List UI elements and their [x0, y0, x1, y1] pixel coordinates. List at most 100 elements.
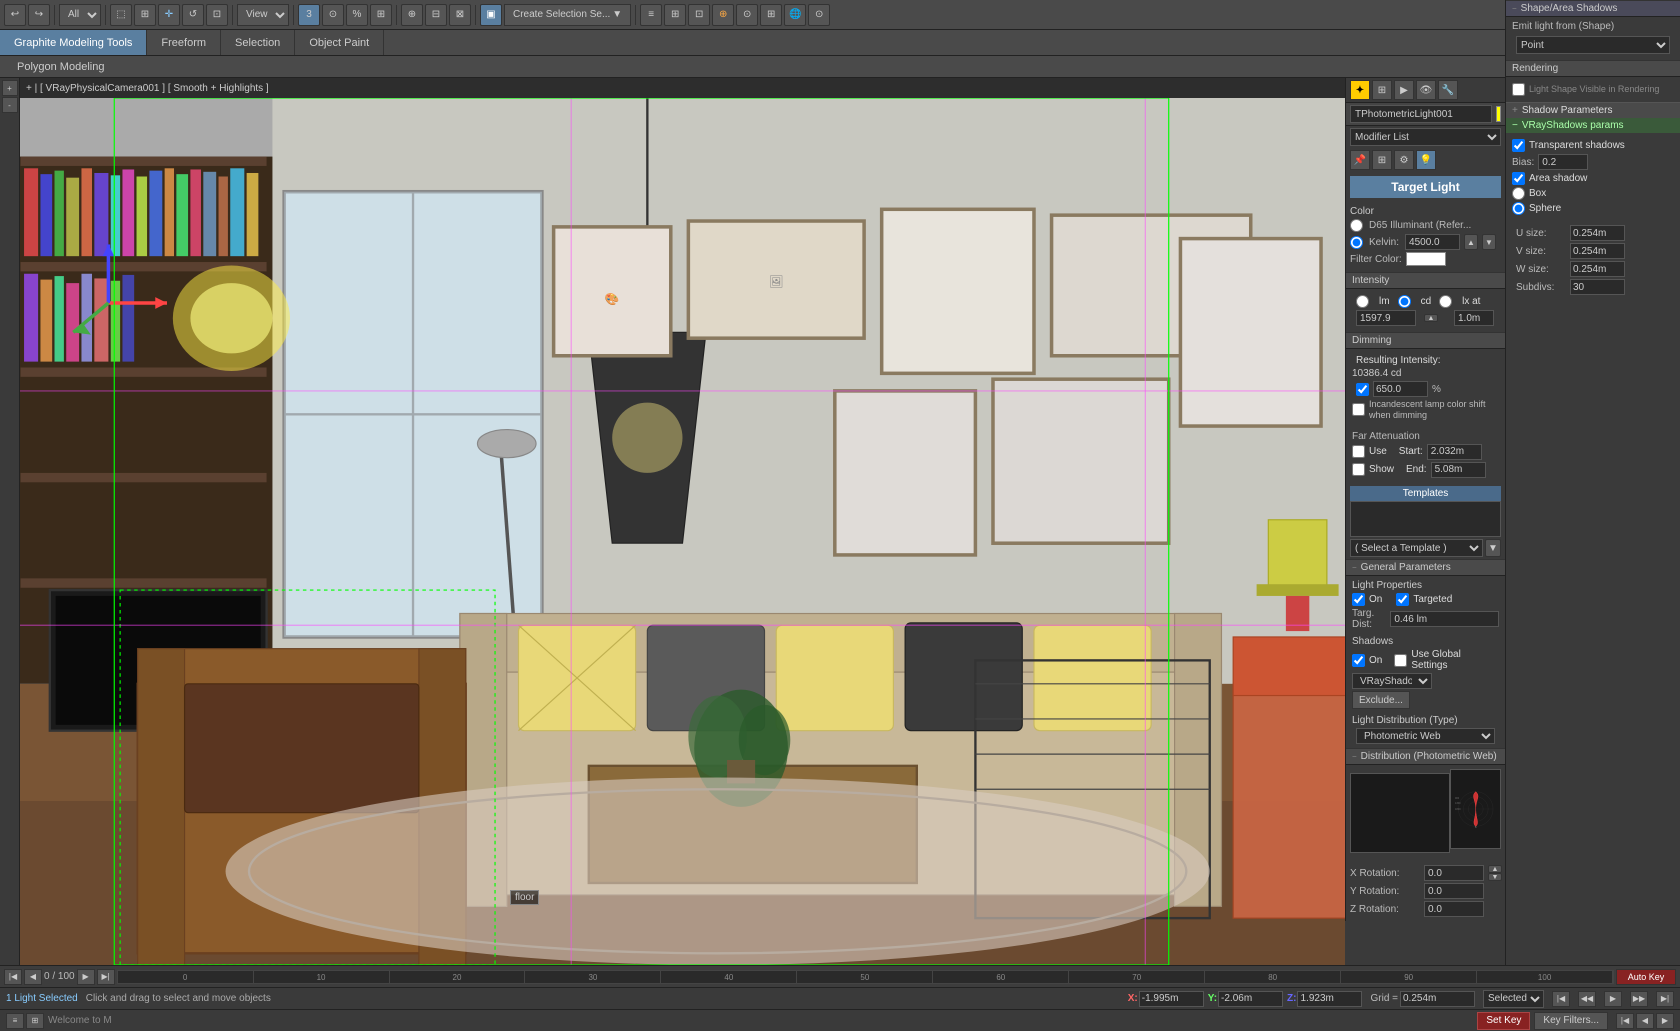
- on-checkbox[interactable]: [1352, 593, 1365, 606]
- timeline-track[interactable]: 0 10 20 30 40 50 60 70 80 90 100: [117, 970, 1614, 984]
- lx-radio[interactable]: [1439, 295, 1452, 308]
- activeshade-btn[interactable]: ⊙: [736, 4, 758, 26]
- z-rot-input[interactable]: [1424, 901, 1484, 917]
- shadow-type-dropdown[interactable]: VRayShadow: [1352, 673, 1432, 689]
- scale-btn[interactable]: ⊡: [206, 4, 228, 26]
- timeline-start-btn[interactable]: |◀: [4, 969, 22, 985]
- motion-icon-btn[interactable]: ▶: [1394, 80, 1414, 100]
- left-icon-2[interactable]: -: [2, 97, 18, 113]
- shadows-on-checkbox[interactable]: [1352, 654, 1365, 667]
- named-sel-btn[interactable]: ▣: [480, 4, 502, 26]
- angle-snap-btn[interactable]: ⊙: [322, 4, 344, 26]
- select-region-btn[interactable]: ⊞: [134, 4, 156, 26]
- play-btn[interactable]: ▶: [1604, 991, 1622, 1007]
- dimming-percent-input[interactable]: [1373, 381, 1428, 397]
- templates-dropdown[interactable]: ( Select a Template ): [1350, 539, 1483, 557]
- tab-selection[interactable]: Selection: [221, 30, 295, 55]
- sub-tab-polygon-modeling[interactable]: Polygon Modeling: [4, 56, 117, 77]
- align-btn[interactable]: ⊠: [449, 4, 471, 26]
- atten-show-checkbox[interactable]: [1352, 463, 1365, 476]
- z-coord-input[interactable]: [1297, 991, 1362, 1007]
- effects-btn[interactable]: ⊙: [808, 4, 830, 26]
- tab-freeform[interactable]: Freeform: [147, 30, 221, 55]
- light-name-input[interactable]: [1350, 105, 1492, 123]
- incandescent-checkbox[interactable]: [1352, 403, 1365, 416]
- mirror-btn[interactable]: ⊟: [425, 4, 447, 26]
- bottom-right-icon-3[interactable]: ▶: [1656, 1013, 1674, 1029]
- shape-area-header[interactable]: − Shape/Area Shadows: [1506, 0, 1680, 17]
- selection-filter-dropdown[interactable]: All: [59, 4, 101, 26]
- light-color-swatch[interactable]: [1496, 106, 1501, 122]
- environment-btn[interactable]: 🌐: [784, 4, 806, 26]
- render-frame-btn[interactable]: ⊞: [760, 4, 782, 26]
- atten-use-checkbox[interactable]: [1352, 445, 1365, 458]
- bottom-right-icon-2[interactable]: ◀: [1636, 1013, 1654, 1029]
- pivot-btn[interactable]: ⊕: [401, 4, 423, 26]
- utils-icon-btn[interactable]: 🔧: [1438, 80, 1458, 100]
- y-coord-input[interactable]: [1218, 991, 1283, 1007]
- x-rot-down[interactable]: ▼: [1488, 873, 1502, 881]
- lights-modifier-btn[interactable]: 💡: [1416, 150, 1436, 170]
- hierarchy-icon-btn[interactable]: ⊞: [1372, 80, 1392, 100]
- play-prev-btn[interactable]: |◀: [1552, 991, 1570, 1007]
- spinner-snap-btn[interactable]: ⊞: [370, 4, 392, 26]
- view-dropdown[interactable]: View: [237, 4, 289, 26]
- intensity-second-input[interactable]: [1454, 310, 1494, 326]
- v-size-input[interactable]: [1570, 243, 1625, 259]
- light-dist-dropdown[interactable]: Photometric Web: [1356, 728, 1495, 744]
- redo-btn[interactable]: ↪: [28, 4, 50, 26]
- y-rot-input[interactable]: [1424, 883, 1484, 899]
- intensity-value-input[interactable]: [1356, 310, 1416, 326]
- kelvin-radio[interactable]: [1350, 236, 1363, 249]
- light-shape-checkbox[interactable]: [1512, 83, 1525, 96]
- layer-btn[interactable]: ≡: [640, 4, 662, 26]
- box-radio[interactable]: [1512, 187, 1525, 200]
- move-btn[interactable]: ✛: [158, 4, 180, 26]
- rendering-header[interactable]: Rendering: [1506, 60, 1680, 77]
- atten-end-input[interactable]: [1431, 462, 1486, 478]
- play-prev2-btn[interactable]: ◀◀: [1578, 991, 1596, 1007]
- autokey-btn[interactable]: Auto Key: [1616, 969, 1676, 985]
- selected-dropdown[interactable]: Selected: [1483, 990, 1544, 1008]
- x-coord-input[interactable]: [1139, 991, 1204, 1007]
- emit-dropdown[interactable]: Point: [1516, 36, 1670, 54]
- atten-start-input[interactable]: [1427, 444, 1482, 460]
- render-btn[interactable]: ⊕: [712, 4, 734, 26]
- exclude-btn[interactable]: Exclude...: [1352, 691, 1410, 709]
- dist-photometric-header[interactable]: − Distribution (Photometric Web): [1346, 748, 1505, 765]
- percent-snap-btn[interactable]: %: [346, 4, 368, 26]
- intensity-up-btn[interactable]: ▲: [1424, 314, 1438, 322]
- bias-input[interactable]: [1538, 154, 1588, 170]
- general-params-header[interactable]: − General Parameters: [1346, 559, 1505, 576]
- 3d-snap-btn[interactable]: 3: [298, 4, 320, 26]
- display-icon-btn[interactable]: 👁: [1416, 80, 1436, 100]
- lm-radio[interactable]: [1356, 295, 1369, 308]
- d65-radio[interactable]: [1350, 219, 1363, 232]
- timeline-end-btn[interactable]: ▶|: [97, 969, 115, 985]
- configure-modifier-btn[interactable]: ⚙: [1394, 150, 1414, 170]
- cd-radio[interactable]: [1398, 295, 1411, 308]
- create-selection-dropdown[interactable]: Create Selection Se... ▼: [504, 4, 631, 26]
- transparent-checkbox[interactable]: [1512, 139, 1525, 152]
- key-filters-btn[interactable]: Key Filters...: [1534, 1012, 1608, 1030]
- modify-icon-btn[interactable]: ✦: [1350, 80, 1370, 100]
- graph-editors-btn[interactable]: ⊞: [664, 4, 686, 26]
- tab-object-paint[interactable]: Object Paint: [295, 30, 384, 55]
- bottom-icon-1[interactable]: ≡: [6, 1013, 24, 1029]
- filter-color-swatch[interactable]: [1406, 252, 1446, 266]
- dimming-checkbox[interactable]: [1356, 383, 1369, 396]
- play-next-btn[interactable]: ▶▶: [1630, 991, 1648, 1007]
- kelvin-down-btn[interactable]: ▼: [1482, 234, 1496, 250]
- targeted-checkbox[interactable]: [1396, 593, 1409, 606]
- subdivs-input[interactable]: [1570, 279, 1625, 295]
- sphere-radio[interactable]: [1512, 202, 1525, 215]
- timeline-next-btn[interactable]: ▶: [77, 969, 95, 985]
- intensity-section-header[interactable]: Intensity: [1346, 272, 1505, 289]
- dimming-section-header[interactable]: Dimming: [1346, 332, 1505, 349]
- set-key-btn[interactable]: Set Key: [1477, 1012, 1530, 1030]
- select-btn[interactable]: ⬚: [110, 4, 132, 26]
- area-shadow-checkbox[interactable]: [1512, 172, 1525, 185]
- modifier-list-dropdown[interactable]: Modifier List: [1350, 128, 1501, 146]
- select-modifier-btn[interactable]: ⊞: [1372, 150, 1392, 170]
- u-size-input[interactable]: [1570, 225, 1625, 241]
